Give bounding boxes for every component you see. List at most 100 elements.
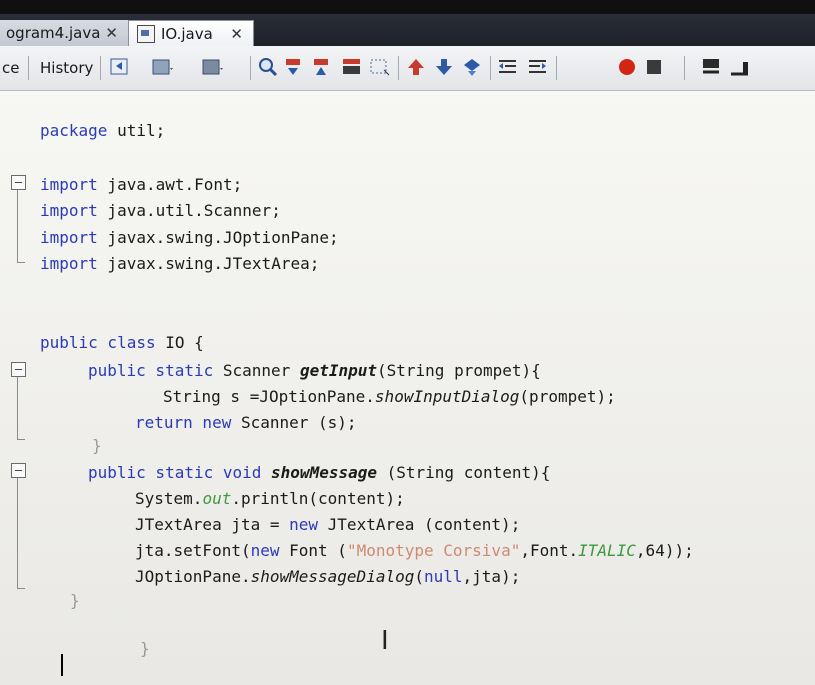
tab-io-java[interactable]: IO.java ✕ (128, 20, 254, 47)
code-line: public static void showMessage (String c… (88, 463, 550, 482)
toggle-rectangular-selection-icon[interactable] (368, 56, 392, 78)
find-next-icon[interactable] (310, 56, 334, 78)
code-text: ,Font. (520, 541, 579, 560)
tab-program4-java[interactable]: ogram4.java ✕ (0, 20, 129, 46)
toggle-bookmark-icon[interactable] (460, 56, 484, 78)
comment-icon[interactable] (700, 56, 724, 78)
code-line: import javax.swing.JOptionPane; (40, 228, 339, 247)
code-line: String s =JOptionPane.showInputDialog(pr… (163, 387, 616, 406)
code-line: JTextArea jta = new JTextArea (content); (135, 515, 520, 534)
code-text: ( (414, 567, 424, 586)
code-line: jta.setFont(new Font ("Monotype Corsiva"… (135, 541, 694, 560)
fold-end (17, 588, 25, 589)
source-view-button[interactable]: ce (2, 59, 19, 77)
back-icon[interactable] (108, 56, 132, 78)
code-line: JOptionPane.showMessageDialog(null,jta); (135, 567, 520, 586)
close-icon[interactable]: ✕ (230, 25, 243, 43)
code-text: (prompet); (519, 387, 616, 406)
code-text: util; (107, 121, 166, 140)
shift-right-icon[interactable] (526, 56, 550, 78)
code-line: } (92, 436, 102, 455)
forward-icon[interactable] (200, 56, 224, 78)
code-text: JTextArea jta = (135, 515, 290, 534)
separator (684, 56, 685, 80)
code-line: public static Scanner getInput(String pr… (88, 361, 541, 380)
field-name: ITALIC (578, 541, 636, 560)
code-line: } (70, 591, 80, 610)
keyword: import (40, 175, 98, 194)
keyword: import (40, 254, 98, 273)
code-text: javax.swing.JOptionPane; (97, 228, 339, 247)
keyword: new (250, 541, 280, 560)
keyword: public class (40, 333, 156, 352)
code-line: public class IO { (40, 333, 204, 352)
string-literal: "Monotype Corsiva" (346, 541, 521, 560)
code-text: Scanner (s); (231, 413, 357, 432)
code-text: Scanner (213, 361, 300, 380)
history-list-icon[interactable] (150, 56, 174, 78)
java-file-icon (137, 25, 155, 43)
method-call: showInputDialog (374, 387, 520, 406)
code-line: import javax.swing.JTextArea; (40, 254, 319, 273)
code-line: import java.awt.Font; (40, 175, 242, 194)
separator (398, 56, 399, 80)
keyword: import (40, 201, 98, 220)
separator (250, 56, 251, 80)
find-previous-icon[interactable] (282, 56, 306, 78)
text-caret (61, 654, 63, 676)
shift-left-icon[interactable] (496, 56, 520, 78)
code-text: java.awt.Font; (97, 175, 243, 194)
method-name: showMessage (271, 463, 377, 482)
code-text: System. (135, 489, 203, 508)
code-line: package util; (40, 121, 165, 140)
start-macro-recording-icon[interactable] (616, 56, 640, 78)
code-text: (String content){ (377, 463, 551, 482)
code-text: jta.setFont( (135, 541, 251, 560)
field-name: out (202, 489, 232, 508)
code-line: } (140, 639, 150, 658)
code-text: String s =JOptionPane. (163, 387, 375, 406)
mouse-ibeam-cursor: I (381, 626, 389, 656)
keyword: return new (135, 413, 232, 432)
keyword: null (424, 567, 463, 586)
separator (28, 56, 29, 80)
separator (556, 56, 557, 80)
code-line: System.out.println(content); (135, 489, 405, 508)
code-editor[interactable]: package util; import java.awt.Font; impo… (0, 91, 815, 685)
code-line: import java.util.Scanner; (40, 201, 281, 220)
keyword: public static (88, 361, 214, 380)
tab-label: ogram4.java (6, 24, 101, 42)
toggle-highlight-icon[interactable] (340, 56, 364, 78)
keyword: new (289, 515, 319, 534)
ide-window: ogram4.java ✕ IO.java ✕ ce History packa… (0, 0, 815, 685)
code-text: ,jta); (462, 567, 521, 586)
code-line: return new Scanner (s); (135, 413, 357, 432)
separator (490, 56, 491, 80)
method-call: showMessageDialog (250, 567, 415, 586)
editor-tab-bar: ogram4.java ✕ IO.java ✕ (0, 14, 815, 47)
method-name: getInput (299, 361, 377, 380)
code-text: .println(content); (231, 489, 405, 508)
code-text: ,64)); (635, 541, 694, 560)
stop-macro-recording-icon[interactable] (644, 56, 668, 78)
separator (100, 56, 101, 80)
editor-toolbar: ce History (0, 46, 815, 91)
keyword: public static void (88, 463, 262, 482)
close-icon[interactable]: ✕ (105, 24, 118, 42)
code-text: Font ( (279, 541, 347, 560)
code-text: JOptionPane. (135, 567, 251, 586)
code-text: (String prompet){ (377, 361, 541, 380)
next-bookmark-icon[interactable] (432, 56, 456, 78)
code-text: IO { (155, 333, 204, 352)
history-view-button[interactable]: History (40, 59, 93, 77)
source-code: package util; import java.awt.Font; impo… (0, 91, 694, 658)
tab-label: IO.java (161, 25, 213, 43)
code-text: java.util.Scanner; (97, 201, 281, 220)
find-icon[interactable] (256, 56, 280, 78)
code-text: JTextArea (content); (318, 515, 521, 534)
uncomment-icon[interactable] (728, 56, 752, 78)
previous-bookmark-icon[interactable] (404, 56, 428, 78)
keyword: import (40, 228, 98, 247)
code-text: javax.swing.JTextArea; (97, 254, 320, 273)
